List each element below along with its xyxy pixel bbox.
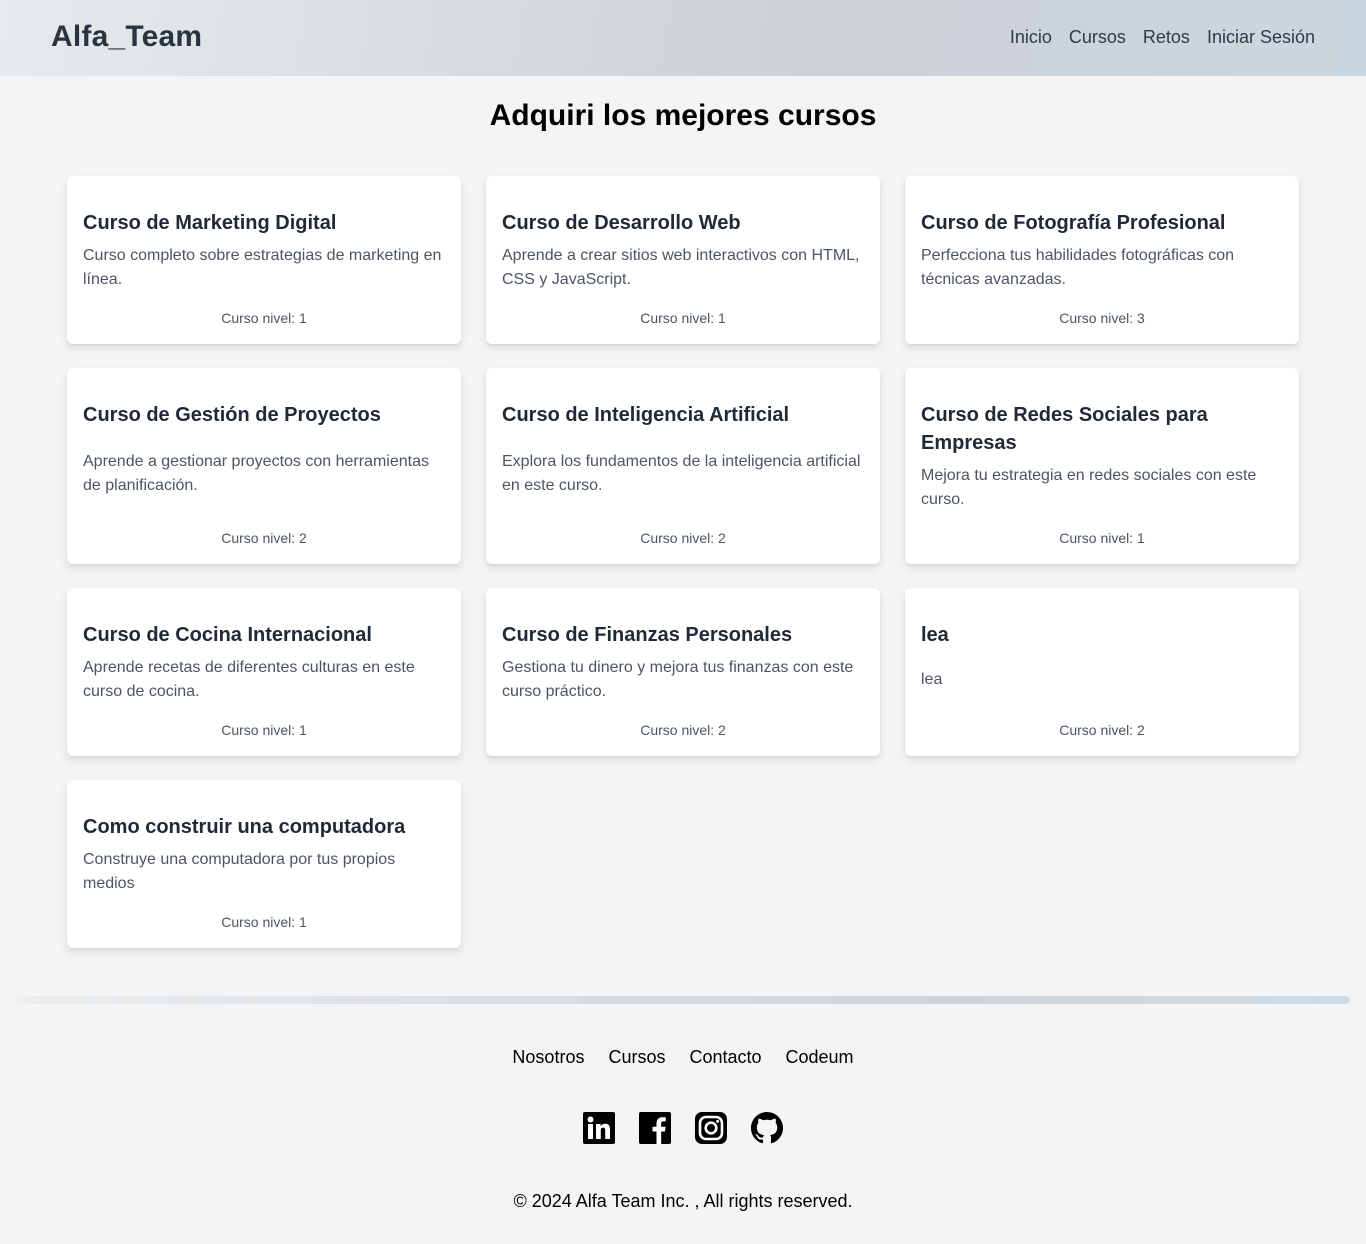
site-logo[interactable]: Alfa_Team (51, 20, 202, 54)
footer-links: Nosotros Cursos Contacto Codeum (0, 1047, 1366, 1068)
course-title: Curso de Redes Sociales para Empresas (921, 404, 1208, 454)
course-card[interactable]: Curso de Finanzas Personales Gestiona tu… (486, 588, 880, 756)
course-title: lea (921, 624, 949, 646)
course-title: Curso de Finanzas Personales (502, 624, 793, 646)
course-level: Curso nivel: 1 (221, 914, 307, 930)
course-level: Curso nivel: 2 (1059, 722, 1145, 738)
course-title: Curso de Marketing Digital (83, 212, 337, 234)
page-title: Adquiri los mejores cursos (489, 99, 877, 132)
course-title: Curso de Fotografía Profesional (921, 212, 1226, 234)
footer-link-nosotros[interactable]: Nosotros (512, 1047, 584, 1068)
facebook-icon[interactable] (639, 1112, 671, 1144)
footer-link-codeum[interactable]: Codeum (786, 1047, 854, 1068)
course-description: Construye una computadora por tus propio… (83, 851, 396, 892)
course-card[interactable]: Curso de Marketing Digital Curso complet… (67, 176, 461, 344)
site-header: Alfa_Team Inicio Cursos Retos Iniciar Se… (0, 0, 1366, 76)
nav-link-cursos[interactable]: Cursos (1069, 27, 1126, 48)
course-level: Curso nivel: 1 (221, 310, 307, 326)
course-level: Curso nivel: 2 (640, 722, 726, 738)
course-title: Curso de Desarrollo Web (502, 212, 741, 234)
copyright-text: © 2024 Alfa Team Inc. , All rights reser… (513, 1191, 853, 1211)
course-level: Curso nivel: 2 (640, 530, 726, 546)
linkedin-icon[interactable] (583, 1112, 615, 1144)
course-description: Aprende recetas de diferentes culturas e… (83, 659, 415, 700)
footer-divider (16, 996, 1350, 1004)
course-card[interactable]: Curso de Cocina Internacional Aprende re… (67, 588, 461, 756)
course-description: Explora los fundamentos de la inteligenc… (502, 453, 861, 494)
course-level: Curso nivel: 3 (1059, 310, 1145, 326)
github-icon[interactable] (751, 1112, 783, 1144)
footer-link-contacto[interactable]: Contacto (689, 1047, 761, 1068)
footer-link-cursos[interactable]: Cursos (608, 1047, 665, 1068)
nav-link-iniciar-sesion[interactable]: Iniciar Sesión (1207, 27, 1315, 48)
course-card[interactable]: lea lea Curso nivel: 2 (905, 588, 1299, 756)
nav-link-retos[interactable]: Retos (1143, 27, 1190, 48)
social-links (0, 1112, 1366, 1144)
course-card[interactable]: Curso de Gestión de Proyectos Aprende a … (67, 368, 461, 564)
course-card[interactable]: Curso de Fotografía Profesional Perfecci… (905, 176, 1299, 344)
course-description: Perfecciona tus habilidades fotográficas… (921, 247, 1235, 288)
course-title: Curso de Inteligencia Artificial (502, 404, 790, 426)
course-level: Curso nivel: 1 (640, 310, 726, 326)
course-card[interactable]: Curso de Redes Sociales para Empresas Me… (905, 368, 1299, 564)
course-card[interactable]: Curso de Desarrollo Web Aprende a crear … (486, 176, 880, 344)
course-description: Aprende a crear sitios web interactivos … (502, 247, 860, 288)
course-description: Mejora tu estrategia en redes sociales c… (921, 467, 1257, 508)
nav-link-inicio[interactable]: Inicio (1010, 27, 1052, 48)
course-card[interactable]: Curso de Inteligencia Artificial Explora… (486, 368, 880, 564)
main-nav: Inicio Cursos Retos Iniciar Sesión (1010, 27, 1315, 48)
course-description: Curso completo sobre estrategias de mark… (83, 247, 442, 288)
course-description: Aprende a gestionar proyectos con herram… (83, 453, 429, 494)
instagram-icon[interactable] (695, 1112, 727, 1144)
course-description: Gestiona tu dinero y mejora tus finanzas… (502, 659, 854, 700)
course-level: Curso nivel: 1 (1059, 530, 1145, 546)
course-description: lea (921, 671, 943, 688)
course-card[interactable]: Como construir una computadora Construye… (67, 780, 461, 948)
course-title: Curso de Cocina Internacional (83, 624, 372, 646)
course-level: Curso nivel: 2 (221, 530, 307, 546)
course-title: Como construir una computadora (83, 816, 406, 838)
course-grid: Curso de Marketing Digital Curso complet… (67, 176, 1299, 948)
course-title: Curso de Gestión de Proyectos (83, 404, 381, 426)
course-level: Curso nivel: 1 (221, 722, 307, 738)
